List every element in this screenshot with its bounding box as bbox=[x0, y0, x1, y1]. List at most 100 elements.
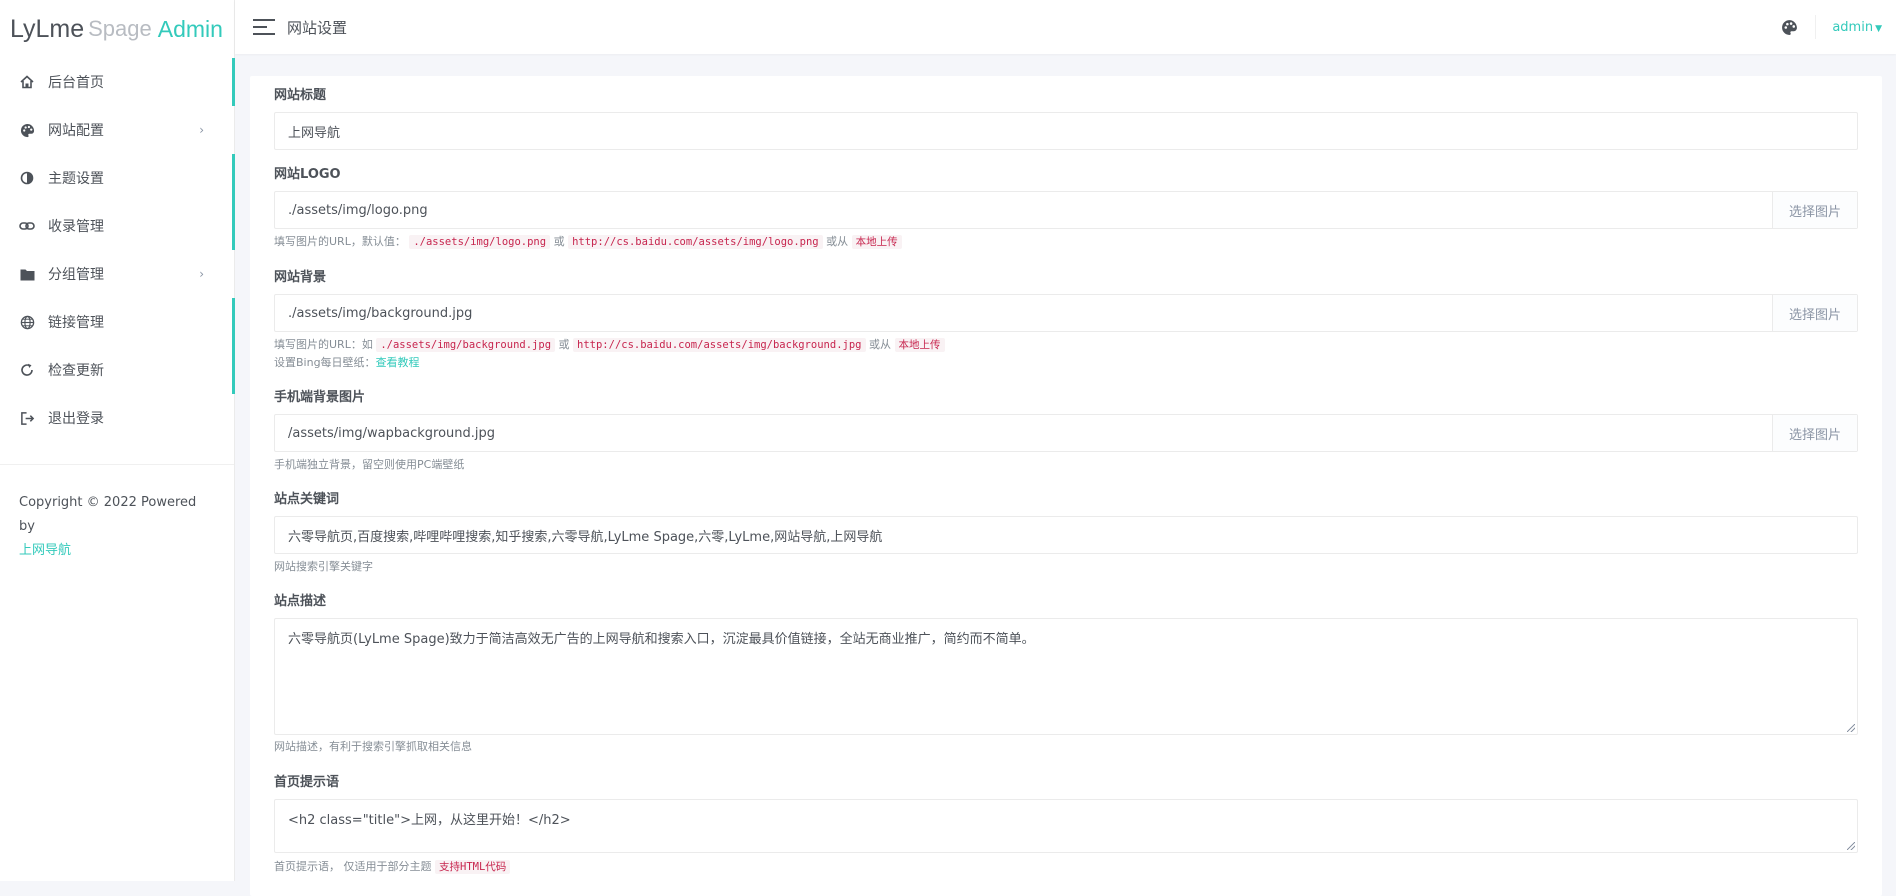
home-icon bbox=[18, 73, 36, 91]
sidebar-item-label: 收录管理 bbox=[48, 219, 104, 235]
site-logo-choose-button[interactable]: 选择图片 bbox=[1772, 192, 1857, 228]
header-right: admin ▼ bbox=[1779, 0, 1882, 54]
bing-tutorial-link[interactable]: 查看教程 bbox=[376, 356, 420, 369]
chevron-right-icon: › bbox=[199, 123, 204, 137]
chevron-right-icon: › bbox=[199, 267, 204, 281]
palette-icon bbox=[18, 121, 36, 139]
sidebar-item-label: 网站配置 bbox=[48, 123, 104, 139]
mobile-bg-input[interactable]: /assets/img/wapbackground.jpg 选择图片 bbox=[274, 414, 1858, 452]
sidebar-item-label: 链接管理 bbox=[48, 315, 104, 331]
copyright-link[interactable]: 上网导航 bbox=[19, 543, 71, 558]
refresh-icon bbox=[18, 361, 36, 379]
mobile-bg-value: /assets/img/wapbackground.jpg bbox=[288, 425, 496, 441]
site-bg-choose-button[interactable]: 选择图片 bbox=[1772, 295, 1857, 331]
sidebar-item-logout[interactable]: 退出登录 bbox=[0, 394, 234, 442]
sidebar-item-label: 检查更新 bbox=[48, 363, 104, 379]
copyright: Copyright © 2022 Powered by 上网导航 bbox=[0, 465, 234, 563]
sidebar-item-groups[interactable]: 分组管理 › bbox=[0, 250, 234, 298]
sidebar-item-site-config[interactable]: 网站配置 › bbox=[0, 106, 234, 154]
sidebar-item-label: 主题设置 bbox=[48, 171, 104, 187]
help-text: 设置Bing每日壁纸： bbox=[274, 356, 376, 369]
description-value: 六零导航页(LyLme Spage)致力于简洁高效无广告的上网导航和搜索入口，沉… bbox=[288, 632, 1035, 647]
sidebar-item-links[interactable]: 链接管理 bbox=[0, 298, 235, 346]
keywords-input[interactable]: 六零导航页,百度搜索,哔哩哔哩搜索,知乎搜索,六零导航,LyLme Spage,… bbox=[274, 516, 1858, 554]
site-logo-group: 网站LOGO ./assets/img/logo.png 选择图片 填写图片的U… bbox=[274, 166, 1858, 249]
sidebar-item-label: 退出登录 bbox=[48, 411, 104, 427]
site-title-input[interactable]: 上网导航 bbox=[274, 112, 1858, 150]
sidebar-item-update[interactable]: 检查更新 bbox=[0, 346, 235, 394]
logout-icon bbox=[18, 409, 36, 427]
help-text: 首页提示语， 仅适用于部分主题 bbox=[274, 860, 432, 873]
mobile-bg-group: 手机端背景图片 /assets/img/wapbackground.jpg 选择… bbox=[274, 389, 1858, 471]
help-text: 填写图片的URL：如 bbox=[274, 338, 373, 351]
contrast-icon bbox=[18, 169, 36, 187]
sidebar-item-theme[interactable]: 主题设置 bbox=[0, 154, 235, 202]
mobile-bg-label: 手机端背景图片 bbox=[274, 390, 366, 405]
local-upload-link[interactable]: 本地上传 bbox=[851, 235, 902, 249]
brand-part-lylme: LyLme bbox=[10, 14, 85, 43]
help-text: 或 bbox=[558, 338, 570, 351]
description-group: 站点描述 六零导航页(LyLme Spage)致力于简洁高效无广告的上网导航和搜… bbox=[274, 593, 1858, 753]
user-menu[interactable]: admin ▼ bbox=[1832, 20, 1882, 35]
description-help: 网站描述，有利于搜索引擎抓取相关信息 bbox=[274, 740, 472, 753]
help-text: 或 bbox=[553, 235, 565, 248]
folder-icon bbox=[18, 265, 36, 283]
resize-handle-icon[interactable] bbox=[1847, 842, 1855, 850]
resize-handle-icon[interactable] bbox=[1847, 724, 1855, 732]
site-logo-help: 填写图片的URL，默认值： ./assets/img/logo.png 或 ht… bbox=[274, 234, 902, 250]
tip-group: 首页提示语 <h2 class="title">上网，从这里开始！</h2> 首… bbox=[274, 774, 1858, 874]
brand-part-admin: Admin bbox=[157, 15, 223, 42]
help-text: 或从 bbox=[869, 338, 891, 351]
tip-label: 首页提示语 bbox=[274, 775, 340, 790]
help-text: 填写图片的URL，默认值： bbox=[274, 235, 406, 248]
site-title-group: 网站标题 上网导航 bbox=[274, 87, 1858, 150]
keywords-help: 网站搜索引擎关键字 bbox=[274, 560, 373, 573]
sidebar-item-label: 分组管理 bbox=[48, 267, 104, 283]
brand-logo[interactable]: LyLme Spage Admin bbox=[0, 0, 234, 58]
settings-card: 网站标题 上网导航 网站LOGO ./assets/img/logo.png 选… bbox=[250, 76, 1882, 896]
theme-palette-icon[interactable] bbox=[1779, 17, 1799, 37]
sidebar: LyLmeSpageAdmin 后台首页 网站配置 › 主题设置 收录管理 bbox=[0, 0, 235, 881]
help-code: http://cs.baidu.com/assets/img/backgroun… bbox=[573, 338, 866, 352]
copyright-text: Copyright © 2022 Powered by bbox=[19, 495, 197, 534]
site-bg-value: ./assets/img/background.jpg bbox=[288, 305, 473, 321]
site-bg-group: 网站背景 ./assets/img/background.jpg 选择图片 填写… bbox=[274, 269, 1858, 369]
help-code: http://cs.baidu.com/assets/img/logo.png bbox=[568, 235, 823, 249]
keywords-group: 站点关键词 六零导航页,百度搜索,哔哩哔哩搜索,知乎搜索,六零导航,LyLme … bbox=[274, 491, 1858, 573]
site-logo-label: 网站LOGO bbox=[274, 167, 341, 182]
user-name: admin bbox=[1832, 19, 1874, 35]
keywords-value: 六零导航页,百度搜索,哔哩哔哩搜索,知乎搜索,六零导航,LyLme Spage,… bbox=[288, 529, 883, 545]
site-title-label: 网站标题 bbox=[274, 88, 327, 103]
menu-toggle-icon[interactable] bbox=[253, 17, 275, 37]
site-title-value: 上网导航 bbox=[288, 125, 341, 141]
tip-textarea[interactable]: <h2 class="title">上网，从这里开始！</h2> bbox=[274, 799, 1858, 853]
top-header: 网站设置 admin ▼ bbox=[235, 0, 1896, 54]
site-logo-input[interactable]: ./assets/img/logo.png 选择图片 bbox=[274, 191, 1858, 229]
site-bg-input[interactable]: ./assets/img/background.jpg 选择图片 bbox=[274, 294, 1858, 332]
site-bg-help-bing: 设置Bing每日壁纸：查看教程 bbox=[274, 355, 420, 371]
keywords-label: 站点关键词 bbox=[274, 492, 340, 507]
caret-down-icon: ▼ bbox=[1875, 23, 1882, 34]
description-label: 站点描述 bbox=[274, 594, 327, 609]
brand-part-spage: Spage bbox=[88, 16, 152, 41]
site-bg-help: 填写图片的URL：如 ./assets/img/background.jpg 或… bbox=[274, 337, 945, 353]
header-divider bbox=[1815, 15, 1817, 39]
page-title: 网站设置 bbox=[287, 18, 348, 37]
local-upload-link[interactable]: 本地上传 bbox=[894, 338, 945, 352]
site-bg-label: 网站背景 bbox=[274, 270, 327, 285]
sidebar-item-label: 后台首页 bbox=[48, 75, 104, 91]
help-code: ./assets/img/logo.png bbox=[409, 235, 551, 249]
mobile-bg-help: 手机端独立背景，留空则使用PC端壁纸 bbox=[274, 458, 465, 471]
help-text: 或从 bbox=[826, 235, 849, 248]
link-icon bbox=[18, 217, 36, 235]
site-logo-value: ./assets/img/logo.png bbox=[288, 202, 428, 218]
description-textarea[interactable]: 六零导航页(LyLme Spage)致力于简洁高效无广告的上网导航和搜索入口，沉… bbox=[274, 618, 1858, 735]
mobile-bg-choose-button[interactable]: 选择图片 bbox=[1772, 415, 1857, 451]
tip-value: <h2 class="title">上网，从这里开始！</h2> bbox=[288, 813, 571, 828]
globe-icon bbox=[18, 313, 36, 331]
sidebar-item-submissions[interactable]: 收录管理 bbox=[0, 202, 235, 250]
help-code: ./assets/img/background.jpg bbox=[376, 338, 556, 352]
help-code: 支持HTML代码 bbox=[435, 860, 511, 874]
sidebar-item-dashboard[interactable]: 后台首页 bbox=[0, 58, 235, 106]
sidebar-nav: 后台首页 网站配置 › 主题设置 收录管理 分组管理 › 链接管理 检查更新 退… bbox=[0, 58, 235, 442]
